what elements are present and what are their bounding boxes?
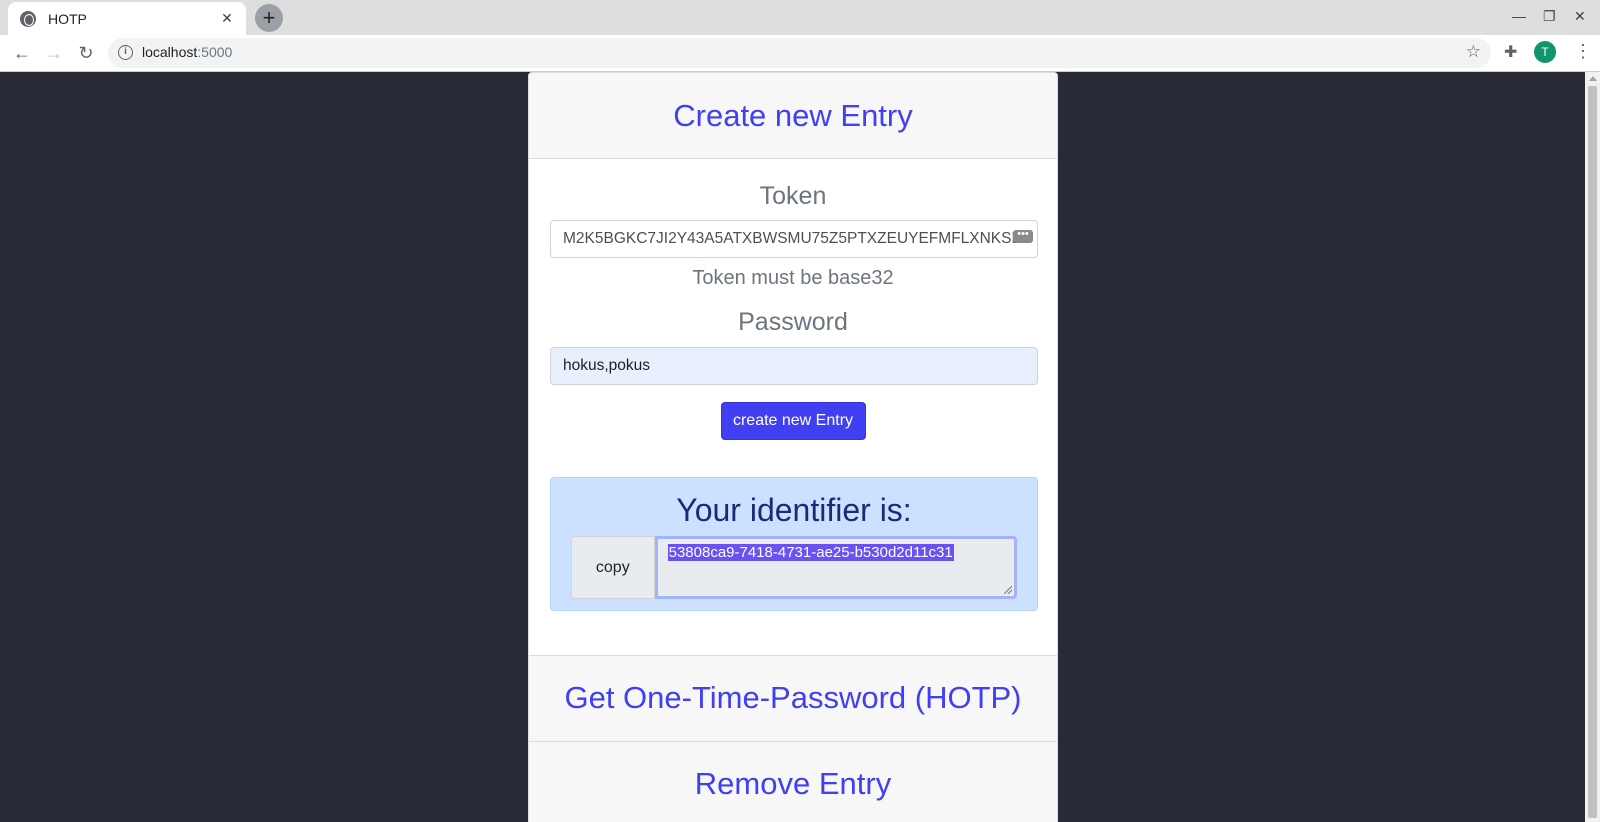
password-input[interactable]: hokus,pokus	[550, 347, 1038, 385]
create-entry-body: Token M2K5BGKC7JI2Y43A5ATXBWSMU75Z5PTXZE…	[529, 159, 1057, 655]
browser-tabstrip: HOTP ✕ + — ❐ ✕	[0, 0, 1600, 35]
window-close-icon[interactable]: ✕	[1574, 8, 1586, 25]
copy-button[interactable]: copy	[571, 536, 655, 599]
browser-toolbar: ← → ↻ i localhost:5000 ☆ ✚ T ⋮	[0, 35, 1600, 72]
resize-handle-icon[interactable]	[1004, 586, 1012, 594]
reload-icon[interactable]: ↻	[73, 40, 99, 66]
scroll-up-icon[interactable]	[1589, 76, 1597, 81]
minimize-icon[interactable]: —	[1512, 8, 1526, 24]
identifier-input-group: copy 53808ca9-7418-4731-ae25-b530d2d11c3…	[571, 536, 1017, 599]
identifier-heading: Your identifier is:	[676, 492, 912, 528]
create-entry-button[interactable]: create new Entry	[720, 402, 866, 440]
create-entry-title: Create new Entry	[673, 98, 913, 133]
back-icon[interactable]: ←	[9, 40, 35, 66]
extensions-puzzle-icon[interactable]: ✚	[1504, 42, 1517, 62]
tab-title: HOTP	[48, 10, 87, 27]
get-otp-title: Get One-Time-Password (HOTP)	[564, 680, 1022, 715]
token-hint: Token must be base32	[692, 267, 894, 289]
hotp-card: Create new Entry Token M2K5BGKC7JI2Y43A5…	[528, 72, 1058, 822]
identifier-value: 53808ca9-7418-4731-ae25-b530d2d11c31	[667, 544, 954, 561]
browser-tab[interactable]: HOTP ✕	[8, 2, 246, 35]
site-info-icon[interactable]: i	[118, 45, 133, 60]
globe-icon	[20, 10, 36, 27]
browser-menu-icon[interactable]: ⋮	[1574, 41, 1592, 62]
vertical-scrollbar[interactable]	[1585, 72, 1600, 822]
identifier-alert: Your identifier is: copy 53808ca9-7418-4…	[550, 477, 1038, 611]
token-value: M2K5BGKC7JI2Y43A5ATXBWSMU75Z5PTXZEUYEFMF…	[563, 230, 1022, 247]
restore-icon[interactable]: ❐	[1543, 8, 1556, 25]
scrollbar-thumb[interactable]	[1588, 86, 1597, 818]
token-input[interactable]: M2K5BGKC7JI2Y43A5ATXBWSMU75Z5PTXZEUYEFMF…	[550, 220, 1038, 258]
identifier-textarea[interactable]: 53808ca9-7418-4731-ae25-b530d2d11c31	[654, 536, 1017, 599]
address-bar[interactable]: i localhost:5000 ☆	[108, 38, 1491, 68]
create-entry-header[interactable]: Create new Entry	[529, 73, 1057, 159]
new-tab-button[interactable]: +	[255, 4, 283, 32]
password-value: hokus,pokus	[563, 357, 651, 374]
forward-icon[interactable]: →	[41, 40, 67, 66]
profile-avatar[interactable]: T	[1534, 41, 1556, 63]
remove-entry-section[interactable]: Remove Entry	[529, 741, 1057, 822]
token-label: Token	[759, 182, 827, 210]
password-label: Password	[738, 308, 848, 336]
remove-entry-title: Remove Entry	[694, 766, 892, 801]
page-viewport: Create new Entry Token M2K5BGKC7JI2Y43A5…	[0, 72, 1585, 822]
get-otp-section[interactable]: Get One-Time-Password (HOTP)	[529, 655, 1057, 741]
password-manager-icon[interactable]: •••	[1013, 229, 1033, 243]
url-text[interactable]: localhost:5000	[142, 44, 232, 60]
tab-close-icon[interactable]: ✕	[218, 10, 236, 27]
bookmark-star-icon[interactable]: ☆	[1466, 42, 1481, 62]
